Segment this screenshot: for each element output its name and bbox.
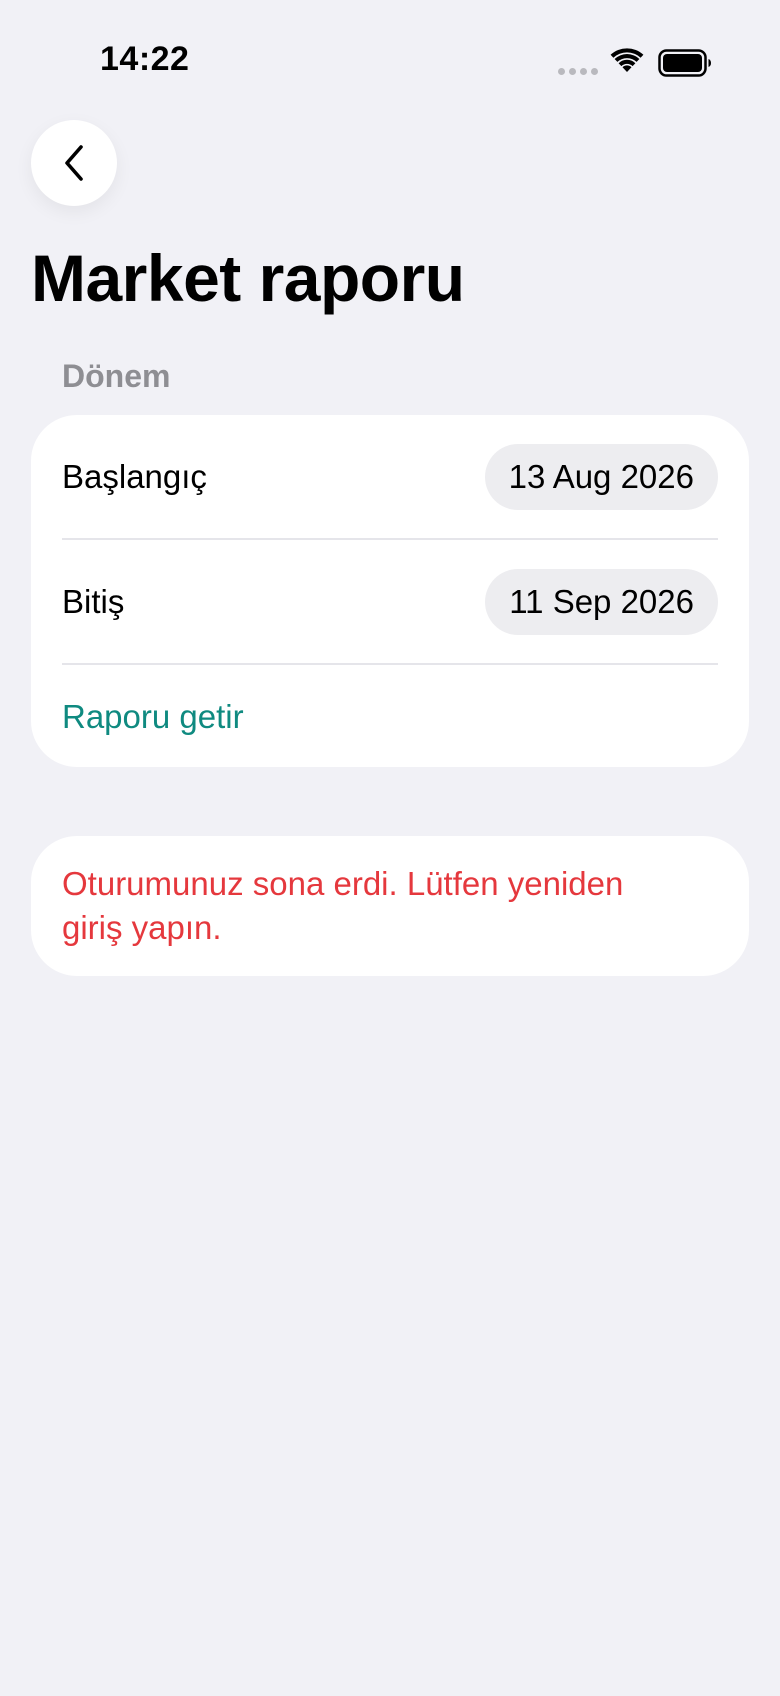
status-bar: 14:22	[0, 0, 780, 120]
end-date-label: Bitiş	[62, 583, 125, 620]
end-date-picker[interactable]: 11 Sep 2026	[485, 569, 718, 635]
end-date-row: Bitiş 11 Sep 2026	[62, 540, 718, 664]
start-date-picker[interactable]: 13 Aug 2026	[484, 444, 718, 510]
error-card: Oturumunuz sona erdi. Lütfen yeniden gir…	[31, 836, 749, 976]
back-button[interactable]	[31, 120, 117, 206]
divider	[62, 663, 718, 665]
wifi-icon	[610, 48, 644, 72]
start-date-label: Başlangıç	[62, 458, 207, 495]
status-time: 14:22	[100, 40, 190, 78]
chevron-left-icon	[65, 145, 83, 181]
period-card: Başlangıç 13 Aug 2026 Bitiş 11 Sep 2026 …	[31, 415, 749, 767]
section-label-period: Dönem	[62, 358, 171, 394]
page-title: Market raporu	[31, 241, 465, 315]
battery-icon	[658, 49, 711, 77]
start-date-row: Başlangıç 13 Aug 2026	[62, 415, 718, 539]
error-message: Oturumunuz sona erdi. Lütfen yeniden gir…	[62, 865, 624, 946]
cellular-signal-icon	[558, 68, 598, 75]
fetch-report-button[interactable]: Raporu getir	[62, 667, 244, 767]
